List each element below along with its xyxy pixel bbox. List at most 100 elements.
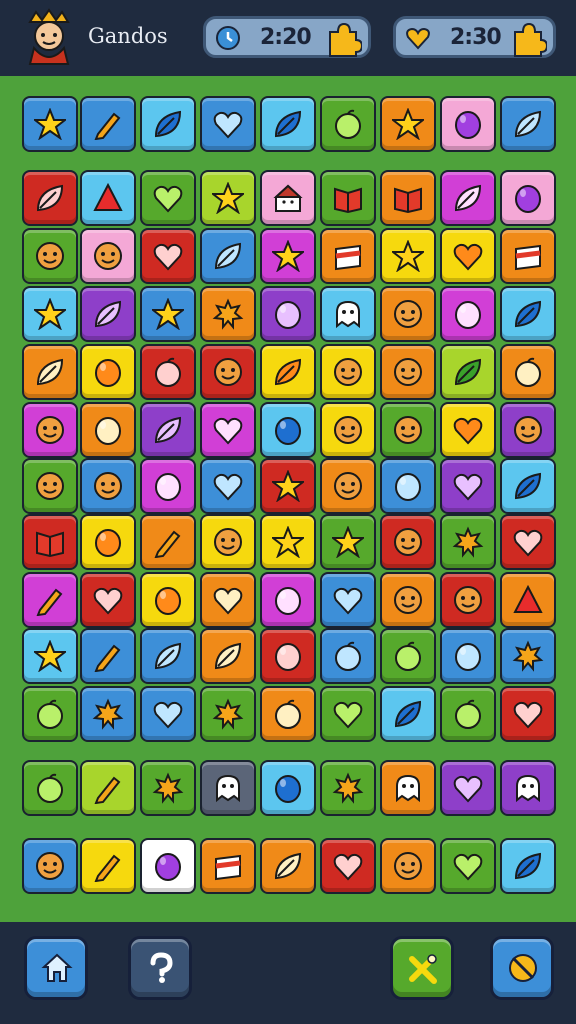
game-tile[interactable] [80, 458, 136, 514]
game-tile[interactable] [500, 760, 556, 816]
game-tile[interactable] [440, 838, 496, 894]
game-tile[interactable] [22, 402, 78, 458]
game-tile[interactable] [440, 572, 496, 628]
game-tile[interactable] [140, 170, 196, 226]
game-tile[interactable] [500, 628, 556, 684]
game-tile[interactable] [80, 286, 136, 342]
game-tile[interactable] [320, 228, 376, 284]
game-tile[interactable] [320, 170, 376, 226]
game-tile[interactable] [260, 628, 316, 684]
game-tile[interactable] [140, 344, 196, 400]
game-tile[interactable] [200, 96, 256, 152]
game-tile[interactable] [380, 402, 436, 458]
game-tile[interactable] [440, 170, 496, 226]
game-tile[interactable] [140, 628, 196, 684]
game-tile[interactable] [260, 686, 316, 742]
home-button[interactable] [24, 936, 88, 1000]
help-button[interactable] [128, 936, 192, 1000]
game-tile[interactable] [380, 228, 436, 284]
puzzle-piece-icon[interactable] [509, 20, 547, 58]
game-tile[interactable] [380, 96, 436, 152]
game-tile[interactable] [260, 96, 316, 152]
game-tile[interactable] [260, 170, 316, 226]
game-tile[interactable] [260, 572, 316, 628]
king-avatar-icon[interactable] [22, 8, 76, 66]
game-tile[interactable] [500, 170, 556, 226]
game-tile[interactable] [380, 458, 436, 514]
game-tile[interactable] [440, 686, 496, 742]
game-tile[interactable] [500, 514, 556, 570]
game-tile[interactable] [440, 458, 496, 514]
game-tile[interactable] [140, 228, 196, 284]
game-tile[interactable] [500, 686, 556, 742]
game-tile[interactable] [380, 286, 436, 342]
game-tile[interactable] [320, 686, 376, 742]
game-tile[interactable] [260, 228, 316, 284]
game-tile[interactable] [80, 402, 136, 458]
game-tile[interactable] [200, 760, 256, 816]
game-tile[interactable] [380, 514, 436, 570]
game-tile[interactable] [22, 344, 78, 400]
game-tile[interactable] [440, 286, 496, 342]
game-tile[interactable] [380, 628, 436, 684]
game-tile[interactable] [320, 96, 376, 152]
game-tile[interactable] [320, 286, 376, 342]
sound-button[interactable] [490, 936, 554, 1000]
game-tile[interactable] [140, 760, 196, 816]
game-tile[interactable] [80, 838, 136, 894]
hint-button[interactable] [390, 936, 454, 1000]
game-tile[interactable] [500, 286, 556, 342]
game-tile[interactable] [320, 514, 376, 570]
game-tile[interactable] [22, 286, 78, 342]
game-tile[interactable] [140, 96, 196, 152]
game-tile[interactable] [200, 170, 256, 226]
game-tile[interactable] [22, 514, 78, 570]
game-tile[interactable] [22, 628, 78, 684]
game-tile[interactable] [80, 760, 136, 816]
game-tile[interactable] [260, 402, 316, 458]
game-tile[interactable] [260, 760, 316, 816]
game-tile[interactable] [200, 458, 256, 514]
game-tile[interactable] [260, 838, 316, 894]
game-tile[interactable] [380, 760, 436, 816]
puzzle-piece-icon[interactable] [324, 20, 362, 58]
game-tile[interactable] [320, 760, 376, 816]
game-tile[interactable] [440, 514, 496, 570]
game-tile[interactable] [140, 402, 196, 458]
game-tile[interactable] [22, 228, 78, 284]
game-tile[interactable] [80, 572, 136, 628]
game-tile[interactable] [80, 170, 136, 226]
game-tile[interactable] [140, 514, 196, 570]
game-tile[interactable] [80, 344, 136, 400]
game-tile[interactable] [80, 228, 136, 284]
game-tile[interactable] [320, 572, 376, 628]
game-tile[interactable] [260, 514, 316, 570]
game-tile[interactable] [500, 572, 556, 628]
game-tile[interactable] [320, 344, 376, 400]
game-tile[interactable] [200, 344, 256, 400]
game-tile[interactable] [320, 402, 376, 458]
game-tile[interactable] [22, 170, 78, 226]
game-tile[interactable] [22, 760, 78, 816]
game-tile[interactable] [440, 402, 496, 458]
game-tile[interactable] [22, 458, 78, 514]
game-tile[interactable] [22, 572, 78, 628]
game-tile[interactable] [140, 458, 196, 514]
game-tile[interactable] [200, 686, 256, 742]
game-tile[interactable] [440, 228, 496, 284]
game-tile[interactable] [140, 286, 196, 342]
game-tile[interactable] [200, 286, 256, 342]
game-tile[interactable] [500, 838, 556, 894]
game-tile[interactable] [500, 228, 556, 284]
game-tile[interactable] [440, 344, 496, 400]
game-tile[interactable] [22, 686, 78, 742]
game-tile[interactable] [260, 344, 316, 400]
game-tile[interactable] [380, 170, 436, 226]
game-tile[interactable] [200, 838, 256, 894]
game-tile[interactable] [140, 572, 196, 628]
game-tile[interactable] [80, 514, 136, 570]
game-tile[interactable] [380, 838, 436, 894]
game-tile[interactable] [260, 286, 316, 342]
game-tile[interactable] [140, 838, 196, 894]
game-tile[interactable] [500, 344, 556, 400]
